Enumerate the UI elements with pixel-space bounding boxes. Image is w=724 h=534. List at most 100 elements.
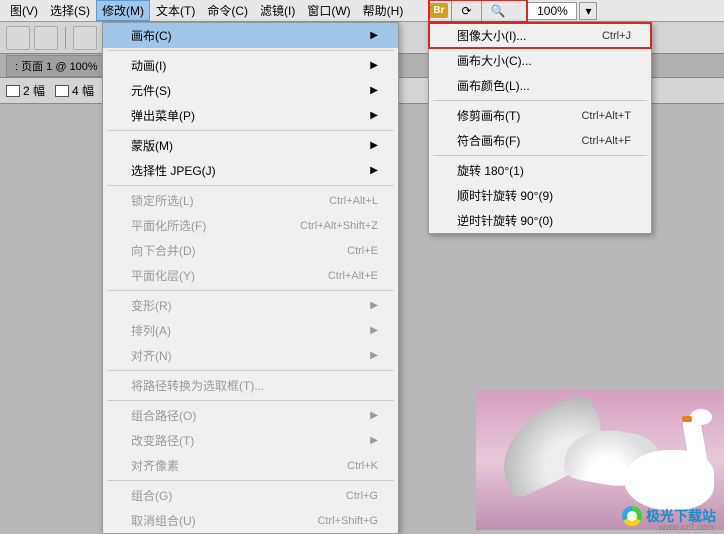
menu-item-label: 顺时针旋转 90°(9) [457, 187, 553, 204]
menu-select[interactable]: 选择(S) [44, 0, 96, 21]
tool-button[interactable] [6, 26, 30, 50]
menu-separator [107, 50, 394, 51]
menu-item: 将路径转换为选取框(T)... [103, 373, 398, 398]
menu-item: 平面化层(Y)Ctrl+Alt+E [103, 263, 398, 288]
search-icon[interactable]: 🔍 [485, 4, 512, 18]
menu-shortcut: Ctrl+Alt+T [581, 110, 631, 122]
menu-item-label: 画布大小(C)... [457, 52, 532, 69]
menu-shortcut: Ctrl+Alt+Shift+Z [300, 220, 378, 232]
canvas-submenu-dropdown: 图像大小(I)... Ctrl+J 画布大小(C)... 画布颜色(L)... 修剪画布… [428, 22, 652, 234]
submenu-arrow-icon: ▶ [370, 85, 378, 96]
menu-item[interactable]: 顺时针旋转 90°(9) [429, 183, 651, 208]
menu-item-label: 变形(R) [131, 297, 172, 314]
menu-shortcut: Ctrl+K [347, 460, 378, 472]
history-icon[interactable]: ⟳ [455, 4, 477, 18]
menu-filter[interactable]: 滤镜(I) [254, 0, 301, 21]
menu-shortcut: Ctrl+J [602, 30, 631, 42]
menu-item-label: 旋转 180°(1) [457, 162, 524, 179]
menu-shortcut: Ctrl+Shift+G [317, 515, 378, 527]
menu-separator [107, 400, 394, 401]
zoom-dropdown[interactable]: ▾ [579, 2, 597, 20]
menu-item[interactable]: 蒙版(M) ▶ [103, 133, 398, 158]
menu-item-label: 选择性 JPEG(J) [131, 162, 216, 179]
menu-item-label: 逆时针旋转 90°(0) [457, 212, 553, 229]
menu-item: 改变路径(T)▶ [103, 428, 398, 453]
zoom-input[interactable]: 100% [527, 2, 577, 20]
menu-item: 变形(R)▶ [103, 293, 398, 318]
bridge-icon[interactable]: Br [429, 3, 448, 18]
menu-separator [107, 370, 394, 371]
menu-shortcut: Ctrl+G [346, 490, 378, 502]
menu-item-label: 锁定所选(L) [131, 192, 194, 209]
tool-button[interactable] [34, 26, 58, 50]
menu-item[interactable]: 弹出菜单(P)▶ [103, 103, 398, 128]
menu-separator [107, 480, 394, 481]
submenu-arrow-icon: ▶ [370, 60, 378, 71]
separator [451, 0, 452, 22]
menu-item[interactable]: 画布(C)▶ [103, 23, 398, 48]
menu-item-label: 修剪画布(T) [457, 107, 520, 124]
menu-item-label: 动画(I) [131, 57, 166, 74]
menu-item-label: 图像大小(I)... [457, 27, 526, 44]
menu-item-label: 将路径转换为选取框(T)... [131, 377, 264, 394]
menu-item: 对齐像素 Ctrl+K [103, 453, 398, 478]
menu-item: 组合(G) Ctrl+G [103, 483, 398, 508]
menu-separator [107, 185, 394, 186]
modify-menu-dropdown: 画布(C)▶动画(I)▶元件(S)▶弹出菜单(P)▶蒙版(M)▶选择性 JPEG… [102, 22, 399, 534]
menu-window[interactable]: 窗口(W) [301, 0, 356, 21]
menu-item-label: 符合画布(F) [457, 132, 520, 149]
menu-item-label: 对齐(N) [131, 347, 172, 364]
menu-item[interactable]: 旋转 180°(1) [429, 158, 651, 183]
menu-item[interactable]: 修剪画布(T) Ctrl+Alt+T [429, 103, 651, 128]
menu-item[interactable]: 逆时针旋转 90°(0) [429, 208, 651, 233]
submenu-arrow-icon: ▶ [370, 140, 378, 151]
menu-item[interactable]: 动画(I) ▶ [103, 53, 398, 78]
menu-modify[interactable]: 修改(M) [96, 0, 150, 21]
menu-separator [107, 130, 394, 131]
menu-item-label: 组合路径(O) [131, 407, 196, 424]
menu-item: 对齐(N)▶ [103, 343, 398, 368]
menubar: 图(V) 选择(S) 修改(M) 文本(T) 命令(C) 滤镜(I) 窗口(W)… [0, 0, 724, 22]
menu-item[interactable]: 选择性 JPEG(J)▶ [103, 158, 398, 183]
menu-item-label: 蒙版(M) [131, 137, 173, 154]
layout-icon [55, 85, 69, 97]
menu-shortcut: Ctrl+Alt+F [581, 135, 631, 147]
menu-separator [433, 100, 647, 101]
submenu-arrow-icon: ▶ [370, 30, 378, 41]
menu-text[interactable]: 文本(T) [150, 0, 201, 21]
menu-item[interactable]: 符合画布(F) Ctrl+Alt+F [429, 128, 651, 153]
menu-item: 组合路径(O) ▶ [103, 403, 398, 428]
menu-shortcut: Ctrl+Alt+L [329, 195, 378, 207]
submenu-arrow-icon: ▶ [370, 410, 378, 421]
menu-item-label: 元件(S) [131, 82, 171, 99]
submenu-arrow-icon: ▶ [370, 325, 378, 336]
menu-item-label: 向下合并(D) [131, 242, 196, 259]
watermark-logo-icon [622, 506, 642, 526]
canvas-image: 极光下载站 www.xz7.com [476, 390, 724, 530]
menu-help[interactable]: 帮助(H) [357, 0, 410, 21]
swan-beak [682, 416, 692, 422]
menu-item-label: 组合(G) [131, 487, 172, 504]
menu-shortcut: Ctrl+E [347, 245, 378, 257]
menu-item-label: 改变路径(T) [131, 432, 194, 449]
menu-item[interactable]: 元件(S) ▶ [103, 78, 398, 103]
menu-command[interactable]: 命令(C) [201, 0, 254, 21]
menu-item[interactable]: 图像大小(I)... Ctrl+J [429, 23, 651, 48]
separator [65, 27, 66, 49]
layout-2up[interactable]: 2 幅 [6, 82, 45, 99]
tool-button[interactable] [73, 26, 97, 50]
menu-separator [107, 290, 394, 291]
menu-item[interactable]: 画布颜色(L)... [429, 73, 651, 98]
menu-shortcut: Ctrl+Alt+E [328, 270, 378, 282]
menu-view[interactable]: 图(V) [4, 0, 44, 21]
menu-item: 平面化所选(F)Ctrl+Alt+Shift+Z [103, 213, 398, 238]
menu-item-label: 排列(A) [131, 322, 171, 339]
menu-item: 取消组合(U)Ctrl+Shift+G [103, 508, 398, 533]
submenu-arrow-icon: ▶ [370, 110, 378, 121]
menu-item: 向下合并(D) Ctrl+E [103, 238, 398, 263]
menu-item[interactable]: 画布大小(C)... [429, 48, 651, 73]
document-tab[interactable]: : 页面 1 @ 100% [6, 55, 107, 77]
layout-4up[interactable]: 4 幅 [55, 82, 94, 99]
menu-item-label: 对齐像素 [131, 457, 179, 474]
menu-item: 锁定所选(L) Ctrl+Alt+L [103, 188, 398, 213]
